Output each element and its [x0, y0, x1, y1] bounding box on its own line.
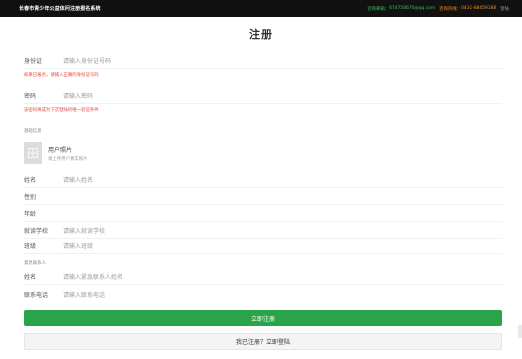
image-icon[interactable] — [24, 142, 42, 164]
class-label: 班级 — [24, 242, 37, 250]
id-input[interactable]: 请输入身份证号码 — [63, 56, 111, 65]
contact-name-field-row[interactable]: 姓名 请输入紧急联系人姓名 — [24, 268, 502, 285]
contact-info: 咨询邮箱： 674758670@qq.com 咨询热线： 0431-884591… — [367, 6, 509, 12]
contact-phone-input[interactable]: 请输入联系电话 — [63, 290, 105, 299]
password-input[interactable]: 请输入密码 — [63, 91, 93, 100]
school-label: 就读学校 — [24, 227, 49, 235]
id-field-row[interactable]: 身份证 请输入身份证号码 — [24, 52, 502, 69]
id-label: 身份证 — [24, 57, 43, 65]
photo-title: 用户照片 — [48, 146, 73, 154]
site-name[interactable]: 长春市青少年公益体问注册报名系统 — [19, 5, 101, 12]
login-link[interactable]: 登陆 — [500, 6, 509, 12]
side-scroll-handle[interactable] — [518, 325, 522, 338]
contact-phone-field-row[interactable]: 联系电话 请输入联系电话 — [24, 286, 502, 303]
class-field-row[interactable]: 班级 请输入班级 — [24, 237, 502, 254]
email-value[interactable]: 674758670@qq.com — [389, 6, 435, 11]
contact-phone-label: 联系电话 — [24, 292, 49, 299]
school-input[interactable]: 请输入就读学校 — [63, 226, 105, 235]
photo-text: 用户照片 请上传用户真实照片 — [48, 145, 88, 162]
id-hint: 如果已报名，请输入正确的身份证号码 — [24, 73, 99, 78]
class-input[interactable]: 请输入班级 — [63, 241, 93, 250]
top-bar: 长春市青少年公益体问注册报名系统 咨询邮箱： 674758670@qq.com … — [0, 0, 522, 17]
email-label: 咨询邮箱： — [367, 6, 390, 12]
password-label: 密码 — [24, 92, 37, 100]
age-label: 年龄 — [24, 210, 37, 218]
age-field-row[interactable]: 年龄 — [24, 205, 502, 222]
contact-name-label: 姓名 — [24, 273, 37, 281]
emergency-section-title: 紧急联系人 — [24, 261, 46, 266]
register-button[interactable]: 立即注册 — [24, 310, 502, 326]
login-button[interactable]: 我已注册？立即登陆 — [24, 333, 502, 350]
page-title: 注册 — [249, 28, 273, 41]
photo-hint: 请上传用户真实照片 — [48, 156, 88, 162]
basic-info-section-title: 基础信息 — [24, 129, 42, 134]
name-input[interactable]: 请输入姓名 — [63, 175, 93, 184]
gender-field-row[interactable]: 性别 — [24, 188, 502, 205]
phone-value: 0431-88459188 — [461, 6, 497, 11]
password-hint: 该密码将成为下次登陆的唯一验证条件 — [24, 108, 99, 113]
name-field-row[interactable]: 姓名 请输入姓名 — [24, 171, 502, 188]
contact-name-input[interactable]: 请输入紧急联系人姓名 — [63, 272, 123, 281]
name-label: 姓名 — [24, 176, 37, 184]
gender-label: 性别 — [24, 193, 37, 201]
photo-upload[interactable]: 用户照片 请上传用户真实照片 — [24, 140, 114, 166]
password-field-row[interactable]: 密码 请输入密码 — [24, 87, 502, 104]
phone-label: 咨询热线： — [439, 6, 462, 12]
